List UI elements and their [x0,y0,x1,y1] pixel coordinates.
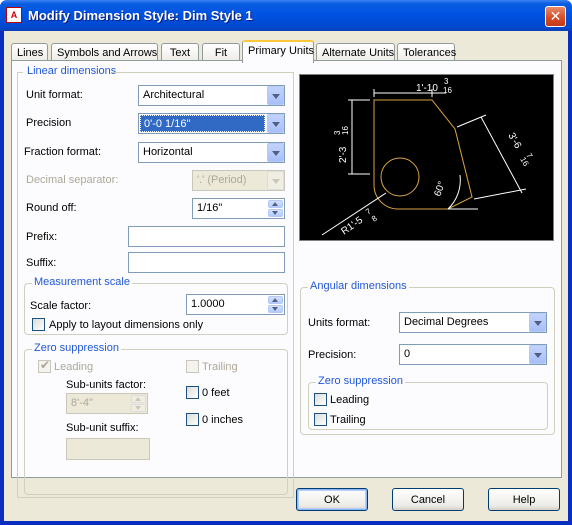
zero-inches-label: 0 inches [202,414,243,426]
angle-text: 60° [432,180,448,198]
leading-checkbox[interactable]: ✔ [38,358,51,373]
part-hole [380,157,420,197]
apply-layout-checkbox[interactable] [32,318,45,331]
dropdown-arrow-icon[interactable] [267,86,284,105]
preview-drawing: 1'-10 3 16 2'-3 3 16 3'-6 7 16 R1'-5 7 8… [321,77,535,238]
zero-suppression-angular-legend: Zero suppression [316,375,405,387]
group-border [17,72,18,497]
extension-line [473,188,527,200]
zero-inches-checkbox[interactable] [186,413,199,426]
group-border [17,497,294,498]
angular-leading-label: Leading [330,394,370,406]
dialog-window: A Modify Dimension Style: Dim Style 1 ✕ … [0,0,572,525]
angular-trailing-checkbox[interactable] [314,413,327,426]
fraction-format-label: Fraction format: [24,146,102,158]
angular-precision-combo[interactable]: 0 [399,344,547,365]
ok-button[interactable]: OK [296,488,368,511]
zero-suppression-legend: Zero suppression [32,342,121,354]
zero-feet-label: 0 feet [202,387,230,399]
decimal-separator-value: '.' (Period) [197,174,247,186]
dim-radius-text: R1'-5 [339,215,365,238]
round-off-value: 1/16" [197,202,223,214]
tab-primary-units[interactable]: Primary Units [242,40,314,63]
trailing-checkbox[interactable] [186,360,199,373]
dim-top-frac-num: 3 [444,77,449,86]
spinner-arrows-icon[interactable] [131,395,146,412]
dropdown-arrow-icon[interactable] [529,313,546,332]
apply-layout-label: Apply to layout dimensions only [49,319,204,331]
dim-left-frac-den: 16 [341,126,350,135]
help-button[interactable]: Help [488,488,560,511]
dim-right-text: 3'-6 [505,131,523,151]
precision-combo[interactable]: 0'-0 1/16" [138,113,285,134]
dialog-client: Lines Symbols and Arrows Text Fit Primar… [4,31,568,521]
fraction-format-combo[interactable]: Horizontal [138,142,285,163]
trailing-label: Trailing [202,361,238,373]
cancel-button[interactable]: Cancel [392,488,464,511]
round-off-label: Round off: [26,202,77,214]
spinner-arrows-icon[interactable] [268,200,283,217]
dropdown-arrow-icon[interactable] [267,114,284,133]
scale-factor-value: 1.0000 [191,298,225,310]
leading-label: Leading [54,361,94,373]
sub-units-factor-value: 8'-4" [71,397,93,409]
dim-top-text: 1'-10 [416,83,438,94]
measurement-scale-legend: Measurement scale [32,276,132,288]
dropdown-arrow-icon[interactable] [267,143,284,162]
extension-line [456,114,487,128]
scale-factor-label: Scale factor: [30,300,92,312]
dimension-line [480,116,523,194]
unit-format-combo[interactable]: Architectural [138,85,285,106]
angular-dimensions-legend: Angular dimensions [308,280,409,292]
decimal-separator-combo[interactable]: '.' (Period) [192,170,285,191]
unit-format-label: Unit format: [26,89,83,101]
group-border [112,72,293,73]
units-format-value: Decimal Degrees [404,316,489,328]
units-format-combo[interactable]: Decimal Degrees [399,312,547,333]
round-off-spinner[interactable]: 1/16" [192,198,285,219]
autocad-app-icon: A [6,7,22,23]
primary-units-panel: Linear dimensions Unit format: Architect… [11,60,562,498]
title-bar[interactable]: A Modify Dimension Style: Dim Style 1 ✕ [0,0,572,31]
decimal-separator-label: Decimal separator: [26,174,119,186]
dim-top-frac-den: 16 [443,86,452,95]
unit-format-value: Architectural [143,89,205,101]
dropdown-arrow-icon[interactable] [267,171,284,190]
precision-label: Precision [26,117,72,129]
dim-left-text: 2'-3 [338,146,349,163]
fraction-format-value: Horizontal [143,146,193,158]
angular-precision-label: Precision: [308,349,357,361]
sub-units-factor-spinner[interactable]: 8'-4" [66,393,148,414]
angular-trailing-label: Trailing [330,414,366,426]
group-border [17,72,23,73]
window-title: Modify Dimension Style: Dim Style 1 [28,8,253,23]
angular-leading-checkbox[interactable] [314,393,327,406]
suffix-input[interactable] [128,252,285,273]
dropdown-arrow-icon[interactable] [529,345,546,364]
sub-unit-suffix-label: Sub-unit suffix: [66,422,139,434]
units-format-label: Units format: [308,317,371,329]
checkmark-icon: ✔ [40,358,51,372]
angular-precision-value: 0 [404,348,411,360]
precision-value: 0'-0 1/16" [140,115,265,132]
scale-factor-spinner[interactable]: 1.0000 [186,294,285,315]
dim-radius-frac-den: 8 [370,213,379,223]
spinner-arrows-icon[interactable] [268,296,283,313]
close-button[interactable]: ✕ [545,6,566,27]
sub-units-factor-label: Sub-units factor: [66,379,147,391]
linear-dimensions-legend: Linear dimensions [27,65,117,77]
prefix-input[interactable] [128,226,285,247]
dimension-preview: 1'-10 3 16 2'-3 3 16 3'-6 7 16 R1'-5 7 8… [299,74,554,241]
group-border [293,72,294,497]
zero-feet-checkbox[interactable] [186,386,199,399]
prefix-label: Prefix: [26,231,58,243]
suffix-label: Suffix: [26,257,57,269]
sub-unit-suffix-input[interactable] [66,438,150,460]
